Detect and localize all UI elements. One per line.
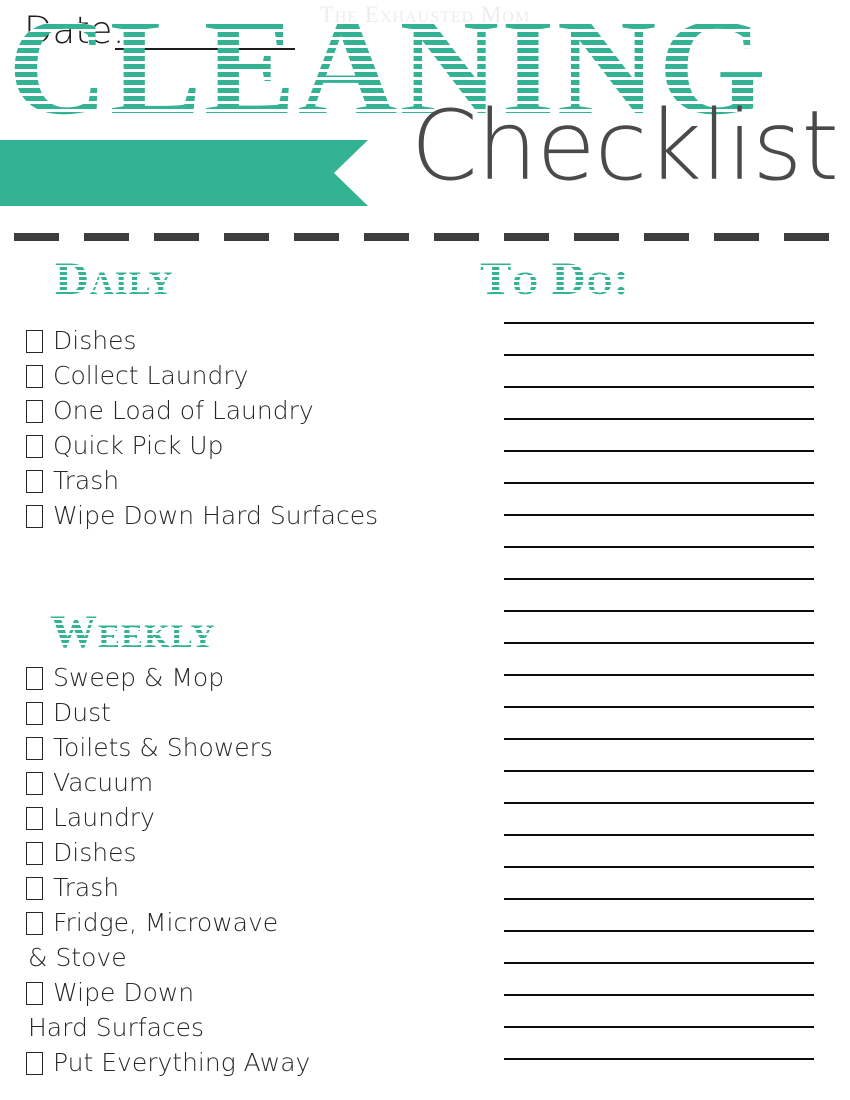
task-row[interactable]: Wipe Down xyxy=(26,975,476,1010)
checkbox-icon[interactable] xyxy=(26,737,43,760)
todo-line[interactable] xyxy=(504,513,814,517)
task-row[interactable]: Vacuum xyxy=(26,765,476,800)
weekly-task-list: Sweep & Mop Dust Toilets & Showers Vacuum La… xyxy=(26,660,476,1080)
todo-line[interactable] xyxy=(504,481,814,485)
section-heading-todo: To Do: xyxy=(480,253,631,305)
task-row[interactable]: Toilets & Showers xyxy=(26,730,476,765)
todo-line[interactable] xyxy=(504,353,814,357)
todo-line[interactable] xyxy=(504,449,814,453)
checkbox-icon[interactable] xyxy=(26,912,43,935)
task-row[interactable]: Laundry xyxy=(26,800,476,835)
checkbox-icon[interactable] xyxy=(26,330,43,353)
dashed-divider xyxy=(14,233,836,241)
task-label: Sweep & Mop xyxy=(53,663,225,692)
task-label: One Load of Laundry xyxy=(53,396,314,425)
checkbox-icon[interactable] xyxy=(26,842,43,865)
todo-line[interactable] xyxy=(504,417,814,421)
task-label: Quick Pick Up xyxy=(53,431,224,460)
task-label: Wipe Down Hard Surfaces xyxy=(53,501,379,530)
todo-line[interactable] xyxy=(504,705,814,709)
task-row[interactable]: Quick Pick Up xyxy=(26,428,476,463)
task-row[interactable]: Wipe Down Hard Surfaces xyxy=(26,498,476,533)
checkbox-icon[interactable] xyxy=(26,982,43,1005)
todo-line[interactable] xyxy=(504,737,814,741)
checkbox-icon[interactable] xyxy=(26,505,43,528)
todo-write-in-lines xyxy=(504,322,814,1090)
checkbox-icon[interactable] xyxy=(26,1052,43,1075)
task-row[interactable]: One Load of Laundry xyxy=(26,393,476,428)
task-label: & Stove xyxy=(28,943,127,972)
task-row[interactable]: Hard Surfaces xyxy=(26,1010,476,1045)
checkbox-icon[interactable] xyxy=(26,365,43,388)
site-watermark: The Exhausted Mom xyxy=(319,2,531,27)
todo-line[interactable] xyxy=(504,385,814,389)
task-label: Hard Surfaces xyxy=(28,1013,205,1042)
section-heading-daily: Daily xyxy=(55,253,174,305)
task-label: Collect Laundry xyxy=(53,361,249,390)
checkbox-icon[interactable] xyxy=(26,400,43,423)
todo-line[interactable] xyxy=(504,641,814,645)
cleaning-checklist-page: The Exhausted Mom CLEANING Checklist Dat… xyxy=(0,0,850,1100)
checkbox-icon[interactable] xyxy=(26,470,43,493)
daily-task-list: Dishes Collect Laundry One Load of Laundry… xyxy=(26,323,476,533)
todo-line[interactable] xyxy=(504,577,814,581)
todo-line[interactable] xyxy=(504,833,814,837)
todo-line[interactable] xyxy=(504,897,814,901)
todo-line[interactable] xyxy=(504,322,814,325)
todo-line[interactable] xyxy=(504,865,814,869)
checkbox-icon[interactable] xyxy=(26,435,43,458)
task-row[interactable]: Dust xyxy=(26,695,476,730)
task-label: Laundry xyxy=(53,803,155,832)
task-label: Dishes xyxy=(53,838,137,867)
task-label: Dust xyxy=(53,698,111,727)
todo-line[interactable] xyxy=(504,1025,814,1029)
page-title-checklist: Checklist xyxy=(410,90,839,202)
todo-line[interactable] xyxy=(504,993,814,997)
task-label: Dishes xyxy=(53,326,137,355)
task-row[interactable]: Put Everything Away xyxy=(26,1045,476,1080)
todo-line[interactable] xyxy=(504,673,814,677)
task-row[interactable]: Dishes xyxy=(26,835,476,870)
checkbox-icon[interactable] xyxy=(26,772,43,795)
checkbox-icon[interactable] xyxy=(26,667,43,690)
task-row[interactable]: Trash xyxy=(26,870,476,905)
task-label: Trash xyxy=(53,466,120,495)
todo-line[interactable] xyxy=(504,801,814,805)
task-label: Put Everything Away xyxy=(53,1048,311,1077)
task-label: Trash xyxy=(53,873,120,902)
todo-line[interactable] xyxy=(504,929,814,933)
task-row[interactable]: Sweep & Mop xyxy=(26,660,476,695)
checkbox-icon[interactable] xyxy=(26,807,43,830)
task-row[interactable]: Collect Laundry xyxy=(26,358,476,393)
todo-line[interactable] xyxy=(504,961,814,965)
task-label: Toilets & Showers xyxy=(53,733,273,762)
task-row[interactable]: Dishes xyxy=(26,323,476,358)
todo-line[interactable] xyxy=(504,769,814,773)
section-heading-weekly: Weekly xyxy=(50,606,216,658)
task-label: Vacuum xyxy=(53,768,154,797)
checkbox-icon[interactable] xyxy=(26,877,43,900)
todo-line[interactable] xyxy=(504,545,814,549)
task-row[interactable]: Fridge, Microwave xyxy=(26,905,476,940)
task-row[interactable]: Trash xyxy=(26,463,476,498)
task-row[interactable]: & Stove xyxy=(26,940,476,975)
checkbox-icon[interactable] xyxy=(26,702,43,725)
todo-line[interactable] xyxy=(504,609,814,613)
task-label: Wipe Down xyxy=(53,978,195,1007)
task-label: Fridge, Microwave xyxy=(53,908,279,937)
todo-line[interactable] xyxy=(504,1057,814,1061)
